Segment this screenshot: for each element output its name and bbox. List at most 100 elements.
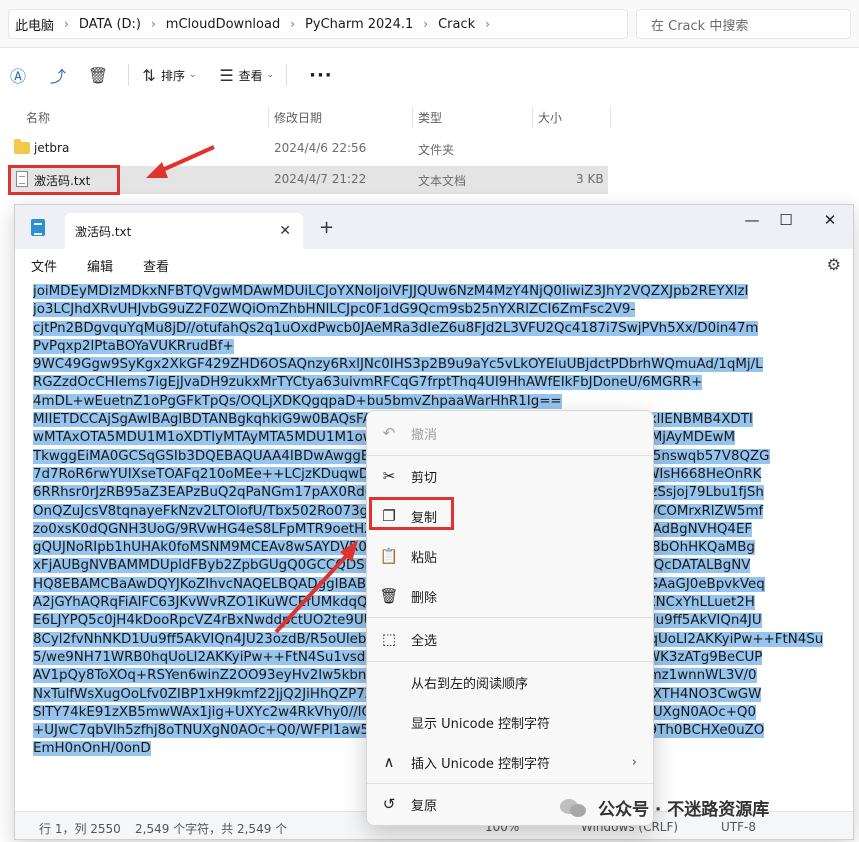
sort-label: 排序: [161, 68, 186, 83]
search-placeholder: 在 Crack 中搜索: [651, 18, 749, 34]
sort-icon: ⇅: [142, 65, 156, 85]
annotation-highlight-box: [8, 165, 120, 195]
search-input[interactable]: 在 Crack 中搜索: [636, 9, 851, 39]
chevron-down-icon: ⌄: [189, 70, 197, 80]
delete-button[interactable]: 🗑: [80, 66, 116, 85]
file-date: 2024/4/7 21:22: [274, 172, 367, 186]
menu-divider: [367, 783, 653, 784]
text-line: RGZzdOcCHIems7igEjJvaDH9zukxMrTYCtya63ui…: [33, 375, 703, 391]
text-line: cjtPn2BDgvquYqMu8jD//otufahQs2q1uOxdPwcb…: [33, 320, 759, 336]
tab-activation-code[interactable]: 激活码.txt ✕: [65, 213, 303, 249]
insert-icon: ∧: [383, 753, 395, 771]
column-divider[interactable]: [532, 106, 533, 128]
folder-icon: [14, 139, 30, 154]
column-divider[interactable]: [412, 106, 413, 128]
breadcrumb-crack[interactable]: Crack: [432, 17, 481, 32]
column-size-header[interactable]: 大小: [538, 109, 562, 126]
notepad-titlebar[interactable]: 激活码.txt ✕ + — ☐ ✕: [15, 205, 853, 249]
sort-button[interactable]: ⇅ 排序 ⌄: [137, 65, 197, 85]
chevron-right-icon: ›: [64, 17, 69, 31]
context-menu: ↶ 撤消 ✂ 剪切 ❐ 复制 📋 粘贴 🗑 删除 ⬚ 全选 从右到左的阅读顺序 …: [366, 410, 654, 826]
file-name: jetbra: [34, 141, 70, 155]
menu-item-label: 显示 Unicode 控制字符: [411, 716, 550, 732]
paste-icon: 📋: [379, 547, 399, 565]
menu-edit[interactable]: 编辑: [71, 256, 127, 275]
breadcrumb[interactable]: 此电脑 › DATA (D:) › mCloudDownload › PyCha…: [8, 9, 628, 39]
file-type: 文件夹: [418, 143, 455, 157]
breadcrumb-this-pc[interactable]: 此电脑: [9, 15, 60, 34]
menu-item-label: 粘贴: [411, 550, 438, 566]
notepad-app-icon: [31, 219, 45, 236]
minimize-button[interactable]: —: [737, 211, 767, 229]
view-label: 查看: [238, 68, 263, 83]
rename-icon: Ⓐ: [9, 67, 26, 86]
wechat-badge: 公众号 · 不迷路资源库: [560, 795, 769, 820]
menu-item-undo[interactable]: ↶ 撤消: [367, 415, 653, 451]
tab-title: 激活码.txt: [75, 224, 132, 239]
column-headers: 名称 修改日期 类型 大小: [0, 104, 614, 130]
notepad-menubar: 文件 编辑 查看: [15, 249, 853, 281]
chevron-right-icon: ›: [631, 754, 637, 770]
wechat-icon: [560, 797, 590, 819]
view-button[interactable]: ☰ 查看 ⌄: [215, 65, 274, 85]
text-line: joiMDEyMDIzMDkxNFBTQVgwMDAwMDUiLCJoYXNoI…: [33, 284, 749, 299]
explorer-toolbar: Ⓐ ⤴ 🗑 ⇅ 排序 ⌄ ☰ 查看 ⌄ ···: [0, 52, 859, 98]
menu-item-label: 全选: [411, 633, 438, 649]
menu-item-label: 删除: [411, 590, 438, 606]
trash-icon: 🗑: [87, 65, 109, 85]
chevron-right-icon[interactable]: ›: [481, 17, 494, 31]
share-button[interactable]: ⤴: [40, 63, 76, 87]
toolbar-divider: [128, 64, 129, 86]
menu-item-label: 插入 Unicode 控制字符: [411, 756, 550, 772]
column-divider[interactable]: [610, 106, 611, 128]
new-tab-button[interactable]: +: [319, 217, 334, 238]
toolbar-divider: [286, 64, 288, 86]
file-size: 3 KB: [576, 172, 604, 186]
cursor-position: 行 1，列 2550: [39, 822, 121, 836]
text-line: 9WC49Ggw9SyKgx2XkGF429ZHD6OSAQnzy6RxlJNc…: [33, 357, 763, 373]
menu-item-delete[interactable]: 🗑 删除: [367, 578, 653, 614]
menu-divider: [367, 661, 653, 662]
menu-item-label: 从右到左的阅读顺序: [411, 676, 529, 692]
menu-item-select-all[interactable]: ⬚ 全选: [367, 621, 653, 657]
menu-item-rtl-reading[interactable]: 从右到左的阅读顺序: [367, 664, 653, 700]
menu-item-label: 复原: [411, 798, 438, 814]
rename-button[interactable]: Ⓐ: [0, 63, 36, 87]
address-bar-area: 此电脑 › DATA (D:) › mCloudDownload › PyCha…: [0, 0, 859, 48]
chevron-right-icon: ›: [290, 17, 296, 31]
column-name-header[interactable]: 名称: [26, 109, 50, 126]
text-line: PvPqxp2lPtaBOYaVUKRrudBf+: [33, 338, 234, 354]
column-type-header[interactable]: 类型: [418, 109, 442, 126]
close-button[interactable]: ✕: [815, 211, 845, 229]
encoding[interactable]: UTF-8: [721, 820, 756, 834]
share-icon: ⤴: [49, 67, 66, 86]
breadcrumb-mclouddownload[interactable]: mCloudDownload: [160, 17, 286, 32]
restore-icon: ↺: [382, 795, 396, 813]
menu-file[interactable]: 文件: [15, 256, 71, 275]
more-options-button[interactable]: ···: [309, 65, 333, 86]
delete-icon: 🗑: [379, 587, 399, 605]
maximize-button[interactable]: ☐: [771, 211, 801, 229]
chevron-right-icon: ›: [423, 17, 429, 31]
menu-item-insert-unicode[interactable]: ∧ 插入 Unicode 控制字符 ›: [367, 744, 653, 780]
file-type: 文本文档: [418, 174, 467, 188]
menu-item-show-unicode[interactable]: 显示 Unicode 控制字符: [367, 704, 653, 740]
menu-item-cut[interactable]: ✂ 剪切: [367, 458, 653, 494]
menu-divider: [367, 455, 653, 456]
menu-divider: [367, 617, 653, 618]
breadcrumb-data-drive[interactable]: DATA (D:): [73, 17, 147, 32]
text-line: 4mDL+wEuetnZ1oPgGFkTpQs/OQLjXDKQgqpaD+bu…: [33, 393, 562, 409]
select-all-icon: ⬚: [381, 630, 397, 648]
breadcrumb-pycharm[interactable]: PyCharm 2024.1: [299, 17, 419, 32]
menu-view[interactable]: 查看: [127, 256, 183, 275]
file-row-jetbra[interactable]: jetbra 2024/4/6 22:56 文件夹: [8, 135, 608, 163]
column-date-header[interactable]: 修改日期: [274, 109, 322, 126]
undo-icon: ↶: [382, 424, 396, 442]
character-count: 2,549 个字符，共 2,549 个: [135, 822, 288, 836]
column-divider[interactable]: [268, 106, 269, 128]
menu-item-paste[interactable]: 📋 粘贴: [367, 538, 653, 574]
view-icon: ☰: [219, 65, 234, 85]
text-line: jo3LCJhdXRvUHJvbG9uZ2F0ZWQiOmZhbHNlLCJpc…: [33, 302, 636, 318]
close-tab-icon[interactable]: ✕: [279, 223, 291, 239]
gear-icon[interactable]: ⚙: [827, 255, 841, 274]
